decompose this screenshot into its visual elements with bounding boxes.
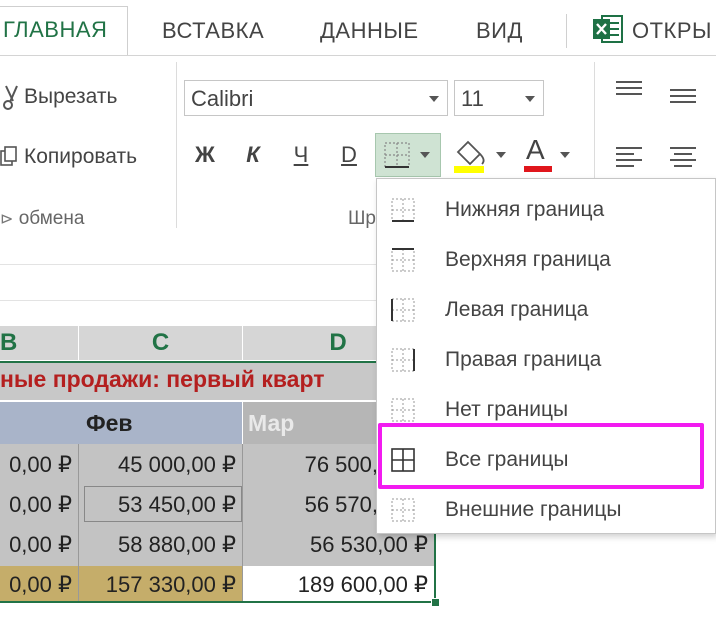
cell-c1[interactable]: 45 000,00 ₽ [80, 452, 236, 478]
menu-item-right-border[interactable]: Правая граница [377, 335, 715, 385]
header-feb[interactable]: Фев [86, 410, 133, 437]
annotation-highlight-box [378, 423, 704, 489]
menu-item-bottom-border[interactable]: Нижняя граница [377, 185, 715, 235]
tab-open[interactable]: ОТКРЫ [632, 8, 712, 54]
font-color-button[interactable]: A [522, 134, 556, 174]
ribbon-separator-clipboard [176, 62, 177, 228]
tab-separator [566, 14, 567, 48]
font-color-letter-icon: A [526, 134, 545, 165]
no-border-icon [391, 398, 415, 422]
chevron-down-icon [420, 152, 430, 158]
paint-bucket-icon [454, 140, 485, 173]
font-color-swatch [524, 166, 552, 172]
font-name-value: Calibri [191, 86, 254, 111]
selection-border-bottom [0, 601, 436, 603]
clipboard-group-label: ⊳ обмена [0, 208, 85, 229]
fill-color-button[interactable] [452, 136, 492, 174]
italic-button[interactable]: К [238, 142, 268, 168]
copy-button[interactable]: Копировать [24, 145, 137, 169]
ribbon-tab-bar: ГЛАВНАЯ ВСТАВКА ДАННЫЕ ВИД ОТКРЫ [0, 0, 716, 57]
double-underline-button[interactable]: D [334, 142, 364, 168]
tab-home[interactable]: ГЛАВНАЯ [0, 6, 129, 57]
gridline [78, 444, 79, 602]
underline-button[interactable]: Ч [286, 142, 316, 168]
bottom-border-icon [391, 198, 415, 222]
tab-data[interactable]: ДАННЫЕ [320, 8, 419, 54]
menu-item-label: Верхняя граница [445, 248, 611, 271]
font-name-select[interactable]: Calibri [184, 80, 448, 116]
menu-item-label: Левая граница [445, 298, 589, 321]
left-border-icon [391, 298, 415, 322]
tab-view[interactable]: ВИД [476, 8, 523, 54]
cell-d1[interactable]: 76 500, [250, 452, 378, 478]
excel-icon [592, 14, 624, 44]
cut-button[interactable]: Вырезать [24, 85, 117, 109]
cell-b1[interactable]: 0,00 ₽ [0, 452, 72, 478]
align-middle-icon[interactable] [668, 88, 698, 104]
font-size-select[interactable]: 11 [454, 80, 544, 116]
align-center-icon[interactable] [668, 146, 698, 168]
scissors-icon[interactable] [2, 84, 20, 112]
cell-d2[interactable]: 56 570, [250, 492, 378, 518]
cell-c2[interactable]: 53 450,00 ₽ [80, 492, 236, 518]
borders-button[interactable] [375, 133, 441, 177]
cell-c3[interactable]: 58 880,00 ₽ [80, 532, 236, 558]
header-mar[interactable]: Мар [248, 410, 294, 437]
borders-icon [384, 142, 410, 168]
cell-d3[interactable]: 56 530,00 ₽ [250, 532, 428, 558]
menu-item-label: Правая граница [445, 348, 602, 371]
gridline [242, 444, 243, 602]
cell-b3[interactable]: 0,00 ₽ [0, 532, 72, 558]
top-border-icon [391, 248, 415, 272]
cell-b4[interactable]: 0,00 ₽ [0, 572, 72, 598]
font-group-label: Шр [348, 208, 376, 229]
bold-button[interactable]: Ж [190, 142, 220, 168]
chevron-down-icon [525, 96, 535, 102]
menu-item-label: Нет границы [445, 398, 569, 421]
chevron-down-icon[interactable] [496, 152, 506, 158]
cell-d4[interactable]: 189 600,00 ₽ [250, 572, 428, 598]
right-border-icon [391, 348, 415, 372]
font-size-value: 11 [461, 86, 484, 111]
menu-item-label: Внешние границы [445, 498, 622, 521]
fill-handle[interactable] [431, 598, 440, 607]
column-header-c[interactable]: C [79, 326, 242, 360]
cell-b2[interactable]: 0,00 ₽ [0, 492, 72, 518]
copy-icon[interactable] [0, 146, 18, 168]
chevron-down-icon [429, 96, 439, 102]
menu-item-top-border[interactable]: Верхняя граница [377, 235, 715, 285]
sheet-title[interactable]: ные продажи: первый кварт [0, 366, 324, 393]
tab-insert[interactable]: ВСТАВКА [162, 8, 264, 54]
menu-item-outside-borders[interactable]: Внешние границы [377, 485, 715, 535]
chevron-down-icon[interactable] [560, 152, 570, 158]
selection-border-top [0, 361, 436, 363]
align-top-icon[interactable] [614, 80, 644, 96]
cell-c4[interactable]: 157 330,00 ₽ [80, 572, 236, 598]
outside-borders-icon [391, 498, 415, 522]
menu-item-label: Нижняя граница [445, 198, 605, 221]
align-left-icon[interactable] [614, 146, 644, 168]
menu-item-left-border[interactable]: Левая граница [377, 285, 715, 335]
column-header-b[interactable]: B [0, 326, 78, 360]
